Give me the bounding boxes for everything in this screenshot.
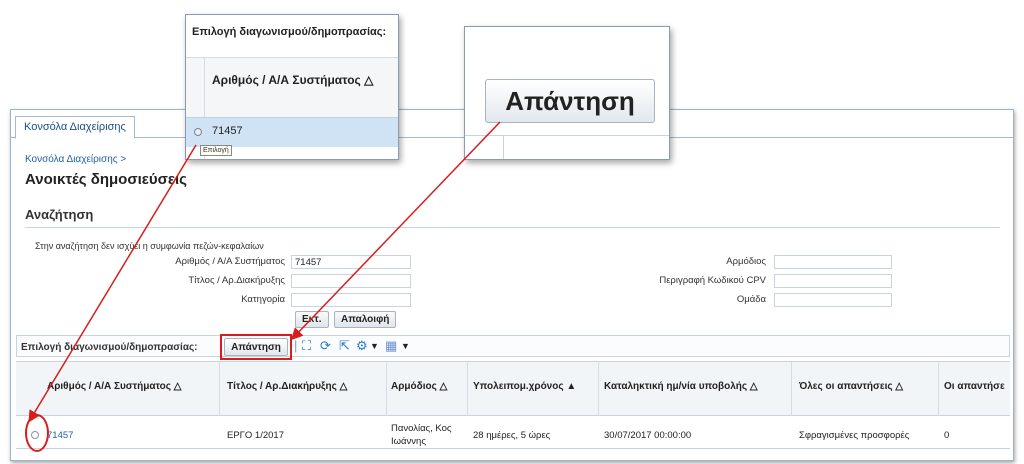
zoom-column-header: Αριθμός / Α/Α Συστήματος △ <box>212 73 374 87</box>
radio-highlight-ellipse <box>25 414 49 452</box>
search-section-title: Αναζήτηση <box>25 207 94 222</box>
column-header-system-number[interactable]: Αριθμός / Α/Α Συστήματος △ <box>47 381 181 392</box>
column-header-remaining-time[interactable]: Υπολειπομ.χρόνος ▲ <box>473 381 576 392</box>
row-replies-count: 0 <box>944 430 950 441</box>
reply-highlight-box <box>220 334 292 360</box>
breadcrumb[interactable]: Κονσόλα Διαχείρισης > <box>25 154 126 165</box>
zoom-table-header <box>186 57 398 117</box>
view-icon[interactable]: ▦ <box>385 339 397 353</box>
zoom-divider <box>465 135 669 136</box>
category-input[interactable] <box>291 293 411 307</box>
row-divider <box>16 448 1010 449</box>
clear-search-button[interactable]: Απαλοιφή <box>334 311 397 328</box>
row-title: ΕΡΓΟ 1/2017 <box>227 430 284 441</box>
column-divider <box>938 361 939 416</box>
system-number-input[interactable]: 71457 <box>291 255 411 269</box>
page-title: Ανοικτές δημοσιεύσεις <box>25 171 187 188</box>
column-divider <box>467 361 468 416</box>
title-input[interactable] <box>291 274 411 288</box>
select-tender-label: Επιλογή διαγωνισμού/δημοπρασίας: <box>21 342 198 353</box>
section-divider <box>25 227 1000 228</box>
search-hint: Στην αναζήτηση δεν ισχύει η συμφωνία πεζ… <box>35 241 264 251</box>
zoom-row-value: 71457 <box>212 125 243 137</box>
chevron-down-icon[interactable]: ▼ <box>401 339 410 353</box>
column-header-deadline[interactable]: Καταληκτική ημ/νία υποβολής △ <box>604 381 758 392</box>
execute-search-button[interactable]: Εκτ. <box>295 311 329 328</box>
row-remaining-time: 28 ημέρες, 5 ώρες <box>473 430 551 441</box>
settings-icon[interactable]: ⚙ <box>356 339 368 353</box>
zoom-reply-button: Απάντηση <box>485 79 655 123</box>
row-deadline: 30/07/2017 00:00:00 <box>604 430 692 441</box>
row-responsible-line2: Ιωάννης <box>391 436 426 447</box>
column-divider <box>598 361 599 416</box>
row-all-replies: Σφραγισμένες προσφορές <box>799 430 910 441</box>
column-header-replies[interactable]: Οι απαντήσε <box>944 381 1005 392</box>
export-icon[interactable]: ⇱ <box>339 339 350 353</box>
main-window: Κονσόλα Διαχείρισης Κονσόλα Διαχείρισης … <box>10 109 1014 461</box>
column-header-title[interactable]: Τίτλος / Αρ.Διακήρυξης △ <box>227 381 347 392</box>
refresh-icon[interactable]: ⟳ <box>320 339 331 353</box>
column-divider <box>386 361 387 416</box>
column-divider <box>219 361 220 416</box>
column-divider <box>791 361 792 416</box>
system-number-label: Αριθμός / Α/Α Συστήματος <box>175 256 285 267</box>
cpv-description-label: Περιγραφή Κωδικού CPV <box>659 275 766 286</box>
tab-admin-console[interactable]: Κονσόλα Διαχείρισης <box>15 116 135 139</box>
zoom-callout-reply: Απάντηση <box>464 26 670 160</box>
fit-columns-icon[interactable]: ⛶ <box>302 339 311 353</box>
column-header-all-replies[interactable]: Όλες οι απαντήσεις △ <box>799 381 903 392</box>
row-system-number-link[interactable]: 71457 <box>47 430 73 441</box>
cpv-description-input[interactable] <box>774 274 892 288</box>
zoom-tooltip: Επιλογή <box>200 145 232 156</box>
zoom-select-title: Επιλογή διαγωνισμού/δημοπρασίας: <box>192 26 387 38</box>
zoom-divider <box>503 135 504 159</box>
chevron-down-icon[interactable]: ▼ <box>370 339 379 353</box>
group-input[interactable] <box>774 293 892 307</box>
toolbar-separator: | <box>294 338 298 353</box>
zoom-row-radio <box>194 128 202 136</box>
responsible-label: Αρμόδιος <box>726 256 766 267</box>
title-label: Τίτλος / Αρ.Διακήρυξης <box>188 275 285 286</box>
zoom-callout-select: Επιλογή διαγωνισμού/δημοπρασίας: Αριθμός… <box>185 14 399 160</box>
group-label: Ομάδα <box>736 294 766 305</box>
column-header-responsible[interactable]: Αρμόδιος △ <box>391 381 447 392</box>
row-responsible-line1: Πανολίας, Κος <box>391 423 452 434</box>
responsible-input[interactable] <box>774 255 892 269</box>
category-label: Κατηγορία <box>241 294 285 305</box>
